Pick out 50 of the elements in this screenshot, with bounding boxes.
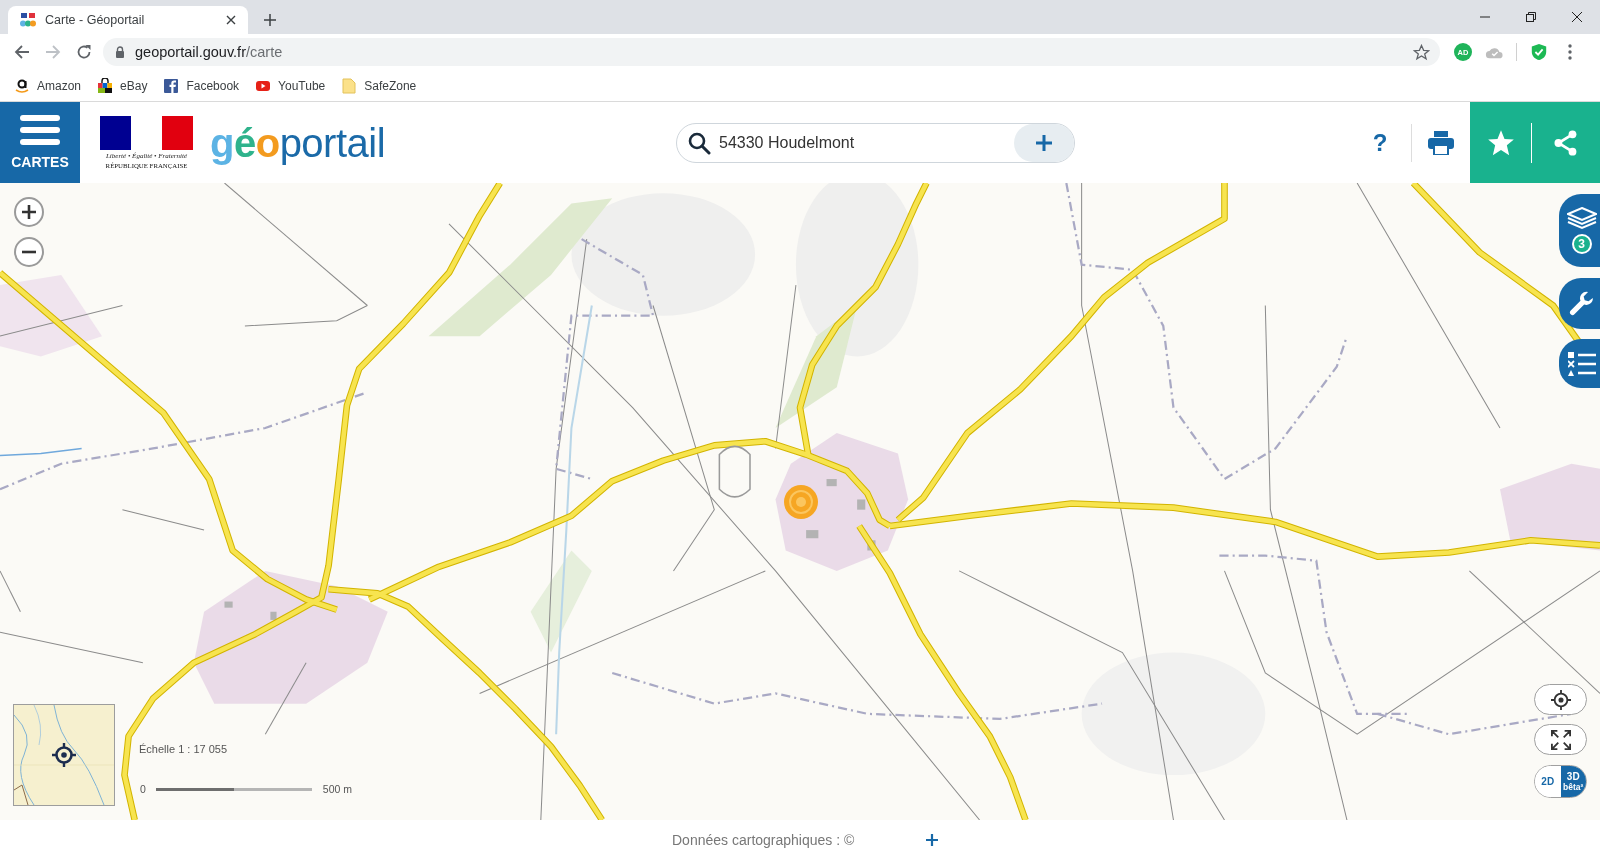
fullscreen-icon — [1550, 729, 1571, 750]
bookmark-link[interactable]: Amazon — [14, 77, 82, 94]
layer-count-badge: 3 — [1571, 234, 1592, 254]
scale-end: 500 m — [322, 783, 353, 795]
favicon-icon — [20, 12, 36, 28]
lock-icon — [115, 46, 125, 58]
attribution-text: Données cartographiques : © — [672, 832, 855, 848]
minus-icon — [22, 250, 36, 254]
add-button[interactable] — [1014, 123, 1074, 162]
folder-icon — [341, 77, 358, 94]
legend-list-icon — [1567, 350, 1596, 377]
url-text: geoportail.gouv.fr/carte — [135, 44, 283, 60]
plus-icon[interactable] — [264, 14, 276, 26]
layers-icon — [1566, 207, 1597, 231]
bookmark-link[interactable]: SafeZone — [341, 77, 417, 94]
share-icon — [1553, 129, 1579, 156]
scale-start: 0 — [140, 783, 146, 795]
scale-label: Échelle 1 : 17 055 — [139, 743, 228, 755]
star-icon[interactable] — [1413, 43, 1430, 61]
menu-icon — [20, 114, 60, 146]
browser-tab[interactable]: Carte - Géoportail — [8, 6, 248, 34]
flag-logo-icon — [100, 116, 193, 150]
location-marker-icon — [783, 484, 819, 520]
tools-button[interactable] — [1559, 278, 1600, 329]
more-icon[interactable] — [1568, 44, 1572, 60]
bookmark-link[interactable]: Facebook — [163, 77, 240, 94]
reload-icon[interactable] — [76, 44, 92, 60]
plus-icon — [1036, 134, 1052, 151]
restore-icon[interactable] — [1526, 12, 1536, 22]
bookmark-link[interactable]: eBay — [97, 77, 148, 94]
star-icon — [1486, 128, 1515, 157]
plus-icon — [22, 205, 36, 219]
plus-icon[interactable] — [926, 834, 939, 846]
help-button[interactable]: ? — [1360, 122, 1400, 163]
shopping-bag-icon — [97, 77, 114, 94]
shield-check-icon[interactable] — [1530, 43, 1548, 61]
target-icon — [52, 743, 76, 767]
logo-text[interactable]: portail — [279, 122, 386, 163]
maps-menu-button[interactable]: CARTES — [0, 102, 80, 183]
bookmark-link[interactable]: YouTube — [255, 77, 326, 94]
printer-icon — [1428, 130, 1454, 155]
search-icon — [687, 130, 711, 155]
square-logo-icon — [163, 77, 180, 94]
close-icon[interactable] — [1572, 12, 1582, 22]
smile-logo-icon — [14, 77, 30, 94]
back-arrow-icon[interactable] — [14, 44, 30, 60]
close-icon[interactable] — [226, 15, 236, 25]
crosshair-icon — [1550, 689, 1571, 710]
wrench-icon — [1568, 290, 1595, 317]
address-bar[interactable]: geoportail.gouv.fr/carte — [103, 38, 1440, 66]
